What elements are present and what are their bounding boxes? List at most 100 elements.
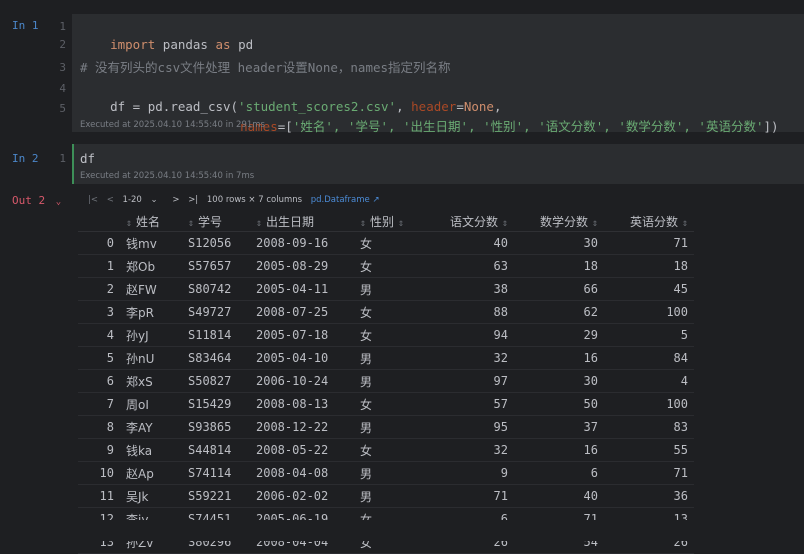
table-cell: 赵FW [120, 277, 182, 301]
table-cell: 男 [354, 346, 424, 370]
page-range-value: 1-20 [122, 195, 142, 205]
table-cell: S49727 [182, 300, 250, 324]
table-cell: 40 [424, 231, 514, 255]
table-cell: S50827 [182, 369, 250, 393]
row-index: 7 [78, 392, 120, 416]
table-cell: S57657 [182, 254, 250, 278]
chevron-down-icon[interactable]: ⌄ [56, 197, 61, 207]
table-cell: 钱mv [120, 231, 182, 255]
table-cell: S74114 [182, 461, 250, 485]
table-cell: 郑xS [120, 369, 182, 393]
table-row[interactable]: 9 钱ka S44814 2008-05-22 女 32 16 55 [78, 438, 694, 462]
table-pagination-toolbar: |< < 1-20 ⌄ > >| 100 rows × 7 columns pd… [88, 193, 386, 207]
table-cell: 2005-07-18 [250, 323, 354, 347]
table-cell: 孙yJ [120, 323, 182, 347]
sort-icon[interactable]: ⇕ [256, 218, 262, 229]
sort-icon[interactable]: ⇕ [502, 218, 508, 229]
sort-icon[interactable]: ⇕ [682, 218, 688, 229]
sort-icon[interactable]: ⇕ [398, 218, 404, 229]
sort-icon[interactable]: ⇕ [592, 218, 598, 229]
table-cell: 83 [604, 415, 694, 439]
table-row[interactable]: 4 孙yJ S11814 2005-07-18 女 94 29 5 [78, 323, 694, 347]
column-header-label: 学号 [198, 214, 223, 229]
table-row[interactable]: 10 赵Ap S74114 2008-04-08 男 9 6 71 [78, 461, 694, 485]
table-cell: 钱ka [120, 438, 182, 462]
bottom-clip [0, 520, 804, 541]
table-row[interactable]: 8 李AY S93865 2008-12-22 男 95 37 83 [78, 415, 694, 439]
table-cell: 2006-02-02 [250, 484, 354, 508]
table-row[interactable]: 5 孙nU S83464 2005-04-10 男 32 16 84 [78, 346, 694, 370]
output-label[interactable]: Out 2 ⌄ [0, 194, 70, 207]
sort-icon[interactable]: ⇕ [126, 218, 132, 229]
table-cell: 周oI [120, 392, 182, 416]
table-cell: 94 [424, 323, 514, 347]
row-index: 2 [78, 277, 120, 301]
table-cell: 男 [354, 484, 424, 508]
column-header[interactable]: ⇕ 出生日期 [250, 211, 354, 232]
table-cell: 李AY [120, 415, 182, 439]
chevron-down-icon: ⌄ [147, 195, 158, 205]
row-index: 0 [78, 231, 120, 255]
table-cell: 2008-08-13 [250, 392, 354, 416]
column-header[interactable]: ⇕ 姓名 [120, 211, 182, 232]
sort-icon[interactable]: ⇕ [188, 218, 194, 229]
prev-page-button[interactable]: < [107, 195, 114, 205]
line-number: 1 [59, 152, 66, 165]
code-text: =[ [277, 119, 293, 134]
code-line-3-comment[interactable]: # 没有列头的csv文件处理 header设置None，names指定列名称 [80, 59, 451, 77]
table-cell: S80742 [182, 277, 250, 301]
table-header-row: ⇕ 姓名 ⇕ 学号 ⇕ 出生日期 ⇕ 性别 ⇕ 语文分数 ⇕ 数学分数 ⇕ 英语分数 ⇕ [78, 211, 694, 232]
table-row[interactable]: 0 钱mv S12056 2008-09-16 女 40 30 71 [78, 231, 694, 255]
table-cell: S15429 [182, 392, 250, 416]
table-row[interactable]: 2 赵FW S80742 2005-04-11 男 38 66 45 [78, 277, 694, 301]
table-cell: 55 [604, 438, 694, 462]
code-cell-1[interactable]: In 1 1 2 3 4 5 import pandas as pd # 没有列… [0, 14, 804, 134]
table-cell: 2006-10-24 [250, 369, 354, 393]
line-number: 1 [59, 20, 66, 33]
table-cell: 40 [514, 484, 604, 508]
table-row[interactable]: 7 周oI S15429 2008-08-13 女 57 50 100 [78, 392, 694, 416]
table-row[interactable]: 6 郑xS S50827 2006-10-24 男 97 30 4 [78, 369, 694, 393]
table-cell: 45 [604, 277, 694, 301]
column-header[interactable]: 数学分数 ⇕ [514, 211, 604, 232]
module-name: pandas [155, 37, 216, 52]
last-page-button[interactable]: >| [188, 195, 198, 205]
table-cell: 2008-05-22 [250, 438, 354, 462]
active-cell-marker [72, 144, 74, 184]
column-header[interactable]: 语文分数 ⇕ [424, 211, 514, 232]
table-cell: 2008-09-16 [250, 231, 354, 255]
column-header[interactable]: ⇕ 学号 [182, 211, 250, 232]
column-header[interactable]: 英语分数 ⇕ [604, 211, 694, 232]
output-label-text: Out 2 [12, 194, 46, 207]
table-cell: 18 [604, 254, 694, 278]
table-cell: 95 [424, 415, 514, 439]
next-page-button[interactable]: > [172, 195, 179, 205]
first-page-button[interactable]: |< [88, 195, 98, 205]
sort-icon[interactable]: ⇕ [360, 218, 366, 229]
table-cell: 女 [354, 323, 424, 347]
table-cell: 16 [514, 346, 604, 370]
row-index: 4 [78, 323, 120, 347]
column-header[interactable]: ⇕ 性别 ⇕ [354, 211, 424, 232]
table-row[interactable]: 1 郑Ob S57657 2005-08-29 女 63 18 18 [78, 254, 694, 278]
table-cell: 30 [514, 231, 604, 255]
code-line-1[interactable]: df [80, 150, 95, 168]
table-cell: 2005-08-29 [250, 254, 354, 278]
table-cell: 71 [424, 484, 514, 508]
table-cell: 女 [354, 300, 424, 324]
table-row[interactable]: 11 吴Jk S59221 2006-02-02 男 71 40 36 [78, 484, 694, 508]
row-index: 1 [78, 254, 120, 278]
table-row[interactable]: 3 李pR S49727 2008-07-25 女 88 62 100 [78, 300, 694, 324]
table-cell: 37 [514, 415, 604, 439]
table-cell: 88 [424, 300, 514, 324]
cell-2-label: In 2 [12, 152, 39, 165]
table-cell: 100 [604, 300, 694, 324]
table-cell: 62 [514, 300, 604, 324]
table-cell: 郑Ob [120, 254, 182, 278]
page-range-select[interactable]: 1-20 ⌄ [123, 195, 164, 205]
code-cell-2[interactable]: In 2 1 df Executed at 2025.04.10 14:55:4… [0, 144, 804, 184]
dataframe-type-link[interactable]: pd.Dataframe ↗ [311, 195, 380, 205]
column-header-label: 姓名 [136, 214, 161, 229]
table-cell: S44814 [182, 438, 250, 462]
alias: pd [230, 37, 254, 52]
